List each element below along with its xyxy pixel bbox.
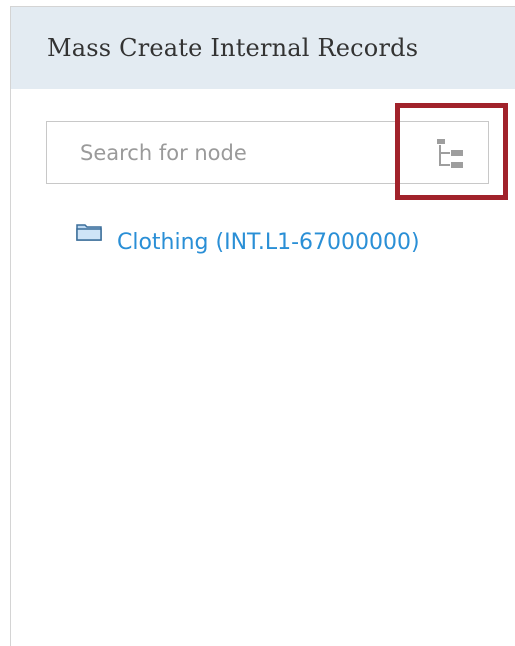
panel-title: Mass Create Internal Records xyxy=(47,34,419,62)
tree-view-toggle-button[interactable] xyxy=(395,103,508,200)
mass-create-panel: Mass Create Internal Records Clothing (I… xyxy=(10,6,515,646)
tree-view-icon xyxy=(437,139,463,168)
tree-node-clothing[interactable]: Clothing (INT.L1-67000000) xyxy=(76,222,420,255)
search-input[interactable] xyxy=(47,122,387,183)
panel-header: Mass Create Internal Records xyxy=(11,7,515,89)
folder-icon xyxy=(76,224,102,241)
tree-node-label: Clothing (INT.L1-67000000) xyxy=(117,230,420,255)
